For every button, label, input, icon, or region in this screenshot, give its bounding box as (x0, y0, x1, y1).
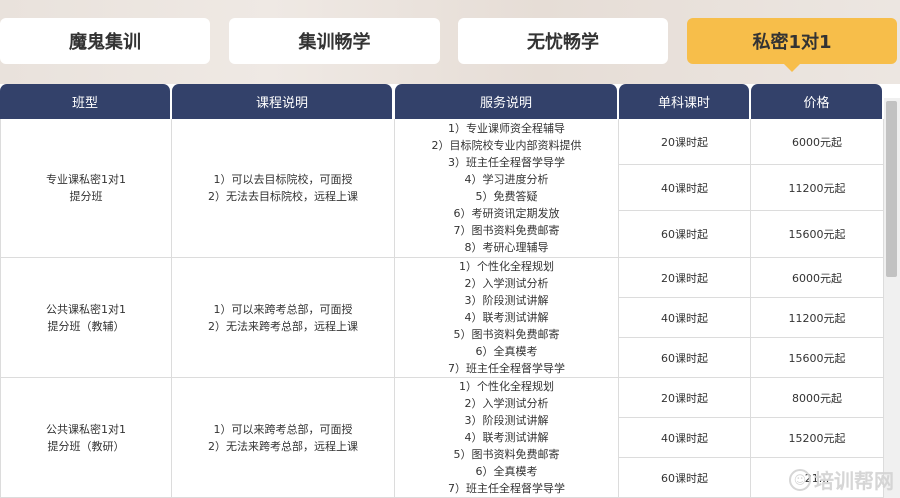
smile-logo-icon: ☺ (789, 468, 811, 491)
hours-cell: 20课时起 (619, 378, 751, 418)
hours-cell: 20课时起 (619, 258, 751, 298)
scrollbar-thumb[interactable] (886, 101, 897, 277)
course-line: 1）可以去目标院校，可面授 (213, 173, 353, 186)
tab-mogui[interactable]: 魔鬼集训 (0, 18, 210, 64)
price-cell: 11200元起 (751, 298, 884, 338)
table-header: 班型 课程说明 服务说明 单科课时 价格 (0, 84, 900, 119)
class-type-line: 公共课私密1对1 (46, 422, 126, 436)
service-desc-cell: 1）个性化全程规划 2）入学测试分析 3）阶段测试讲解 4）联考测试讲解 5）图… (395, 258, 619, 377)
service-line: 3）班主任全程督学导学 (448, 156, 565, 169)
service-line: 1）个性化全程规划 (459, 260, 554, 273)
service-line: 7）图书资料免费邮寄 (453, 224, 560, 237)
course-line: 2）无法来跨考总部，远程上课 (208, 319, 358, 333)
pricing-table: 专业课私密1对1 提分班 1）可以去目标院校，可面授 2）无法去目标院校，远程上… (0, 119, 884, 498)
header-service-desc: 服务说明 (395, 84, 617, 119)
service-line: 2）入学测试分析 (464, 277, 549, 290)
service-line: 5）图书资料免费邮寄 (453, 448, 560, 461)
course-desc-cell: 1）可以来跨考总部，可面授 2）无法来跨考总部，远程上课 (172, 258, 395, 377)
tab-private-1v1[interactable]: 私密1对1 (687, 18, 897, 72)
service-line: 1）专业课师资全程辅导 (448, 122, 565, 135)
header-class-type: 班型 (0, 84, 170, 119)
service-line: 4）联考测试讲解 (464, 311, 549, 324)
service-line: 6）全真模考 (475, 345, 538, 358)
class-type-line: 提分班 (69, 190, 103, 203)
class-type-line: 提分班（教研） (47, 439, 125, 453)
table-row: 专业课私密1对1 提分班 1）可以去目标院校，可面授 2）无法去目标院校，远程上… (0, 119, 884, 258)
service-line: 5）图书资料免费邮寄 (453, 328, 560, 341)
class-type-line: 公共课私密1对1 (46, 302, 126, 316)
hours-cell: 40课时起 (619, 165, 751, 211)
class-type-cell: 公共课私密1对1 提分班（教研） (0, 378, 172, 497)
service-line: 3）阶段测试讲解 (464, 414, 549, 427)
service-desc-cell: 1）个性化全程规划 2）入学测试分析 3）阶段测试讲解 4）联考测试讲解 5）图… (395, 378, 619, 497)
service-line: 3）阶段测试讲解 (464, 294, 549, 307)
service-line: 7）班主任全程督学导学 (448, 482, 565, 495)
header-price: 价格 (751, 84, 882, 119)
class-type-cell: 公共课私密1对1 提分班（教辅） (0, 258, 172, 377)
tab-wuyou[interactable]: 无忧畅学 (458, 18, 668, 64)
course-line: 1）可以来跨考总部，可面授 (213, 302, 353, 316)
tab-bar: 魔鬼集训 集训畅学 无忧畅学 私密1对1 (0, 18, 900, 72)
service-line: 8）考研心理辅导 (464, 241, 549, 254)
header-course-desc: 课程说明 (172, 84, 392, 119)
header-hours: 单科课时 (619, 84, 749, 119)
service-line: 1）个性化全程规划 (459, 380, 554, 393)
table-row: 公共课私密1对1 提分班（教研） 1）可以来跨考总部，可面授 2）无法来跨考总部… (0, 378, 884, 498)
hours-cell: 60课时起 (619, 458, 751, 498)
class-type-cell: 专业课私密1对1 提分班 (0, 119, 172, 257)
watermark: ☺ 培训帮网 (789, 465, 894, 494)
price-cell: 8000元起 (751, 378, 884, 418)
price-cell: 15600元起 (751, 211, 884, 257)
hours-cell: 60课时起 (619, 211, 751, 257)
price-cell: 11200元起 (751, 165, 884, 211)
service-line: 6）全真模考 (475, 465, 538, 478)
service-line: 5）免费答疑 (475, 190, 538, 203)
service-line: 7）班主任全程督学导学 (448, 362, 565, 375)
vertical-scrollbar[interactable] (884, 98, 900, 498)
hours-cell: 20课时起 (619, 119, 751, 165)
course-line: 1）可以来跨考总部，可面授 (213, 422, 353, 436)
service-line: 2）目标院校专业内部资料提供 (431, 139, 582, 152)
service-desc-cell: 1）专业课师资全程辅导 2）目标院校专业内部资料提供 3）班主任全程督学导学 4… (395, 119, 619, 257)
hours-cell: 40课时起 (619, 418, 751, 458)
hours-cell: 60课时起 (619, 338, 751, 377)
service-line: 4）联考测试讲解 (464, 431, 549, 444)
price-cell: 15600元起 (751, 338, 884, 377)
service-line: 6）考研资讯定期发放 (453, 207, 560, 220)
course-line: 2）无法去目标院校，远程上课 (208, 190, 358, 203)
service-line: 4）学习进度分析 (464, 173, 549, 186)
class-type-line: 提分班（教辅） (47, 319, 125, 333)
service-line: 2）入学测试分析 (464, 397, 549, 410)
table-row: 公共课私密1对1 提分班（教辅） 1）可以来跨考总部，可面授 2）无法来跨考总部… (0, 258, 884, 378)
price-cell: 15200元起 (751, 418, 884, 458)
price-cell: 6000元起 (751, 119, 884, 165)
price-cell: 6000元起 (751, 258, 884, 298)
watermark-text: 培训帮网 (814, 469, 894, 493)
course-desc-cell: 1）可以来跨考总部，可面授 2）无法来跨考总部，远程上课 (172, 378, 395, 497)
course-desc-cell: 1）可以去目标院校，可面授 2）无法去目标院校，远程上课 (172, 119, 395, 257)
class-type-line: 专业课私密1对1 (46, 173, 126, 186)
tab-jixun[interactable]: 集训畅学 (229, 18, 440, 64)
hours-cell: 40课时起 (619, 298, 751, 338)
course-line: 2）无法来跨考总部，远程上课 (208, 439, 358, 453)
